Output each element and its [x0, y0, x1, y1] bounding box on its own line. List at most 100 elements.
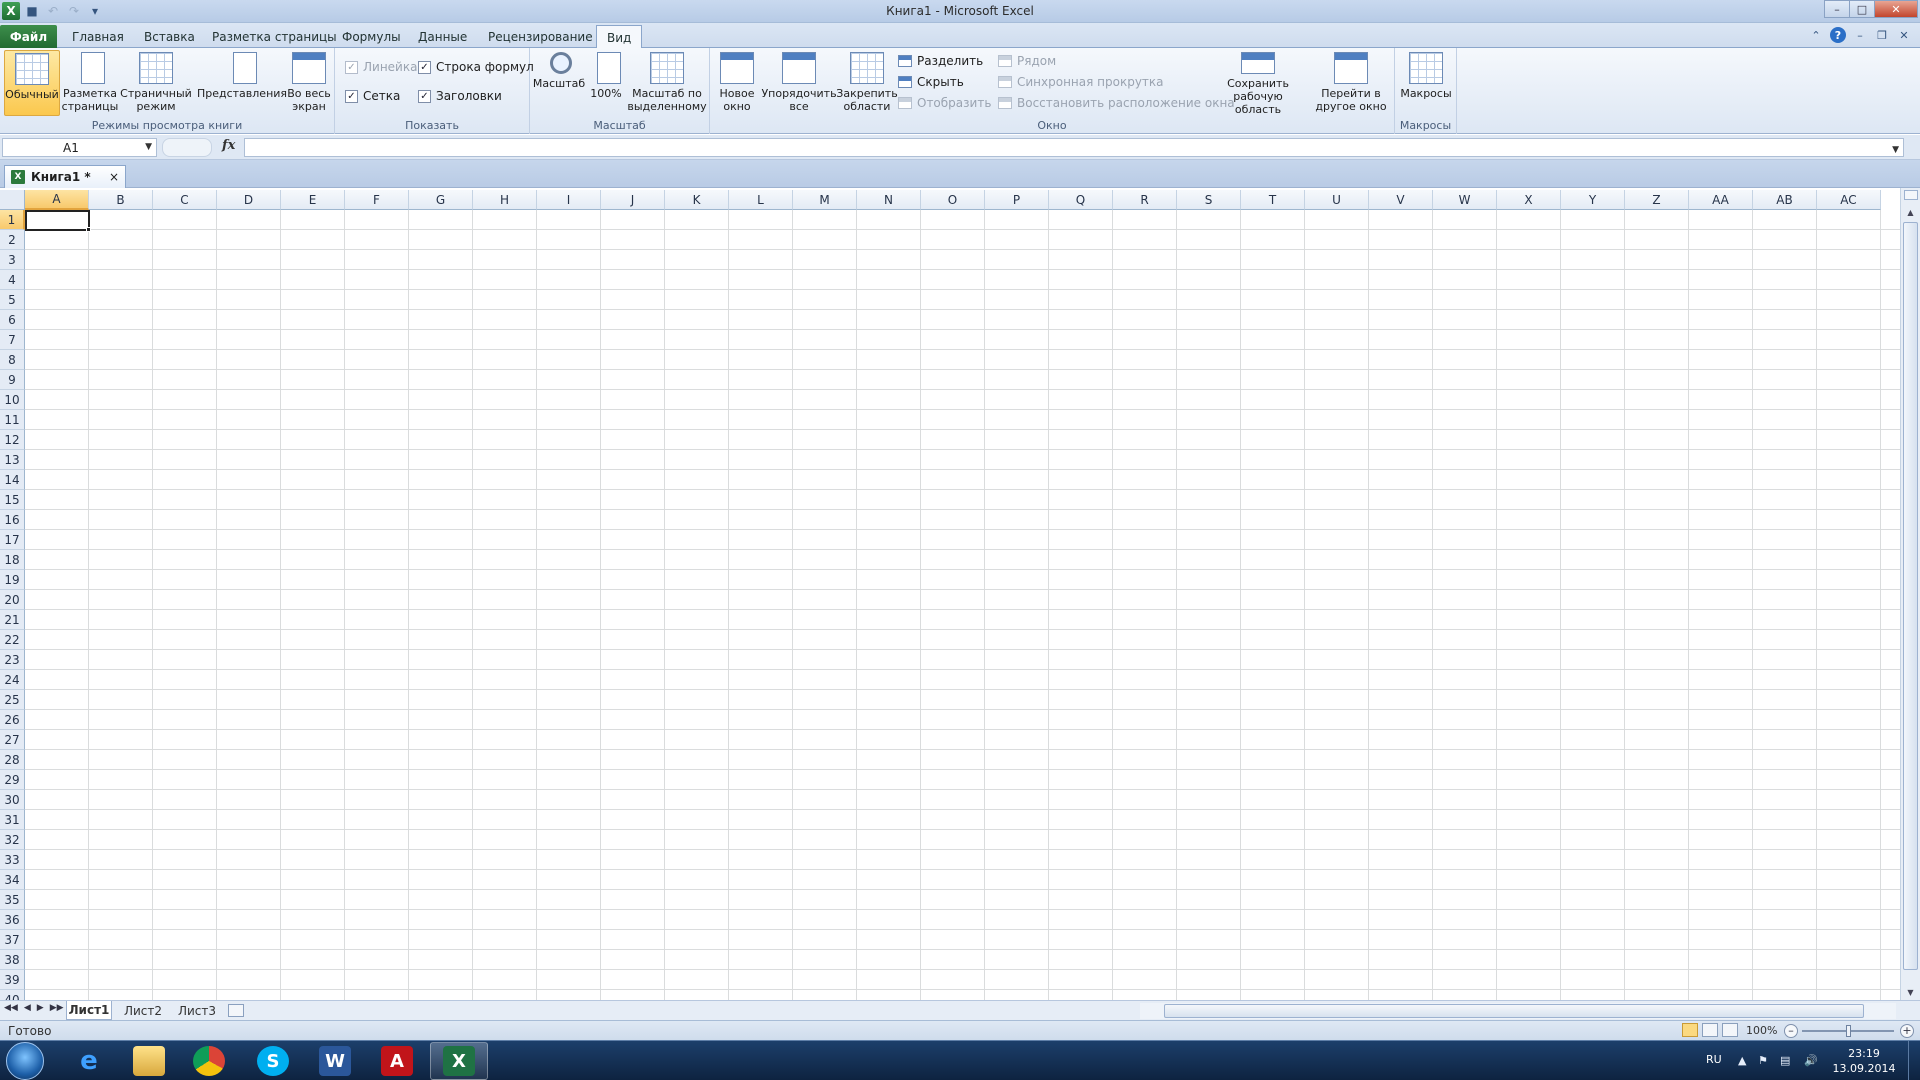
minimize-ribbon-icon[interactable]: ⌃ [1808, 27, 1824, 43]
formula-bar-splitter[interactable] [162, 138, 212, 157]
zoom-slider-thumb[interactable] [1846, 1025, 1851, 1037]
fill-handle[interactable] [86, 227, 91, 232]
row-header[interactable]: 15 [0, 490, 25, 510]
column-header[interactable]: B [89, 190, 153, 210]
row-header[interactable]: 3 [0, 250, 25, 270]
horizontal-scrollbar[interactable] [1140, 1003, 1896, 1019]
row-header[interactable]: 33 [0, 850, 25, 870]
row-header[interactable]: 13 [0, 450, 25, 470]
page-layout-shortcut[interactable] [1702, 1023, 1718, 1037]
custom-views-button[interactable]: Представления [197, 50, 287, 116]
show-hidden-icons-icon[interactable]: ▲ [1738, 1054, 1746, 1067]
row-header[interactable]: 5 [0, 290, 25, 310]
column-header[interactable]: D [217, 190, 281, 210]
column-header[interactable]: T [1241, 190, 1305, 210]
ruler-checkbox[interactable]: ✓ Линейка [345, 60, 417, 74]
minimize-button[interactable]: – [1824, 0, 1850, 18]
column-header[interactable]: Y [1561, 190, 1625, 210]
zoom-level[interactable]: 100% [1746, 1024, 1777, 1037]
row-header[interactable]: 20 [0, 590, 25, 610]
zoom-selection-button[interactable]: Масштаб по выделенному [627, 50, 707, 116]
row-header[interactable]: 7 [0, 330, 25, 350]
name-box[interactable]: A1 ▼ [2, 138, 157, 157]
tab-view[interactable]: Вид [596, 25, 643, 49]
tab-data[interactable]: Данные [408, 25, 477, 48]
flag-icon[interactable]: ⚑ [1758, 1054, 1768, 1067]
column-header[interactable]: R [1113, 190, 1177, 210]
full-screen-button[interactable]: Во весь экран [286, 50, 332, 116]
page-layout-view-button[interactable]: Разметка страницы [62, 50, 118, 116]
tab-insert[interactable]: Вставка [134, 25, 205, 48]
zoom-in-icon[interactable]: + [1900, 1024, 1914, 1038]
row-header[interactable]: 30 [0, 790, 25, 810]
taskbar-excel[interactable]: X [430, 1042, 488, 1080]
page-break-shortcut[interactable] [1722, 1023, 1738, 1037]
row-header[interactable]: 1 [0, 210, 25, 230]
vertical-scroll-thumb[interactable] [1903, 222, 1918, 970]
zoom-100-button[interactable]: 100% [586, 50, 626, 116]
column-header[interactable]: J [601, 190, 665, 210]
volume-icon[interactable]: 🔊 [1804, 1054, 1818, 1067]
column-header[interactable]: X [1497, 190, 1561, 210]
row-header[interactable]: 23 [0, 650, 25, 670]
last-sheet-icon[interactable]: ▶▶ [50, 1003, 64, 1013]
insert-sheet-icon[interactable] [228, 1004, 244, 1017]
column-header[interactable]: G [409, 190, 473, 210]
row-header[interactable]: 28 [0, 750, 25, 770]
switch-windows-button[interactable]: Перейти в другое окно [1310, 50, 1392, 116]
next-sheet-icon[interactable]: ▶ [37, 1003, 44, 1013]
reset-position-button[interactable]: Восстановить расположение окна [998, 96, 1235, 110]
save-workspace-button[interactable]: Сохранить рабочую область [1210, 50, 1306, 116]
page-break-view-button[interactable]: Страничный режим [120, 50, 192, 116]
freeze-panes-button[interactable]: Закрепить области [836, 50, 898, 116]
horizontal-scroll-thumb[interactable] [1164, 1004, 1864, 1018]
cell-area[interactable] [25, 210, 1900, 1000]
column-header[interactable]: F [345, 190, 409, 210]
row-header[interactable]: 9 [0, 370, 25, 390]
column-header[interactable]: M [793, 190, 857, 210]
new-window-button[interactable]: Новое окно [714, 50, 760, 116]
column-header[interactable]: A [25, 190, 89, 210]
row-header[interactable]: 24 [0, 670, 25, 690]
split-button[interactable]: Разделить [898, 54, 983, 68]
formula-bar-checkbox[interactable]: ✓ Строка формул [418, 60, 534, 74]
column-header[interactable]: U [1305, 190, 1369, 210]
row-header[interactable]: 27 [0, 730, 25, 750]
row-header[interactable]: 32 [0, 830, 25, 850]
active-cell[interactable] [25, 210, 90, 231]
start-button[interactable] [6, 1042, 44, 1080]
name-box-dropdown-icon[interactable]: ▼ [145, 142, 152, 152]
workbook-close-icon[interactable]: × [109, 170, 119, 184]
doc-restore-icon[interactable]: ❐ [1874, 27, 1890, 43]
prev-sheet-icon[interactable]: ◀ [24, 1003, 31, 1013]
row-header[interactable]: 4 [0, 270, 25, 290]
show-desktop-button[interactable] [1908, 1041, 1920, 1080]
row-header[interactable]: 6 [0, 310, 25, 330]
column-header[interactable]: AB [1753, 190, 1817, 210]
undo-icon[interactable]: ↶ [44, 2, 62, 20]
row-header[interactable]: 22 [0, 630, 25, 650]
row-header[interactable]: 39 [0, 970, 25, 990]
hide-button[interactable]: Скрыть [898, 75, 964, 89]
row-header[interactable]: 12 [0, 430, 25, 450]
unhide-button[interactable]: Отобразить [898, 96, 991, 110]
save-icon[interactable]: ■ [23, 2, 41, 20]
column-header[interactable]: E [281, 190, 345, 210]
column-header[interactable]: I [537, 190, 601, 210]
language-indicator[interactable]: RU [1706, 1053, 1722, 1066]
side-by-side-button[interactable]: Рядом [998, 54, 1056, 68]
taskbar-skype[interactable]: S [244, 1042, 302, 1080]
column-header[interactable]: AA [1689, 190, 1753, 210]
tab-formulas[interactable]: Формулы [332, 25, 411, 48]
sheet-tab-1[interactable]: Лист1 [66, 1001, 112, 1020]
row-header[interactable]: 2 [0, 230, 25, 250]
redo-icon[interactable]: ↷ [65, 2, 83, 20]
tab-page-layout[interactable]: Разметка страницы [202, 25, 347, 48]
taskbar-chrome[interactable] [180, 1042, 238, 1080]
normal-view-button[interactable]: Обычный [4, 50, 60, 116]
tab-file[interactable]: Файл [0, 25, 57, 48]
row-header[interactable]: 26 [0, 710, 25, 730]
headings-checkbox[interactable]: ✓ Заголовки [418, 89, 502, 103]
column-header[interactable]: H [473, 190, 537, 210]
row-header[interactable]: 10 [0, 390, 25, 410]
